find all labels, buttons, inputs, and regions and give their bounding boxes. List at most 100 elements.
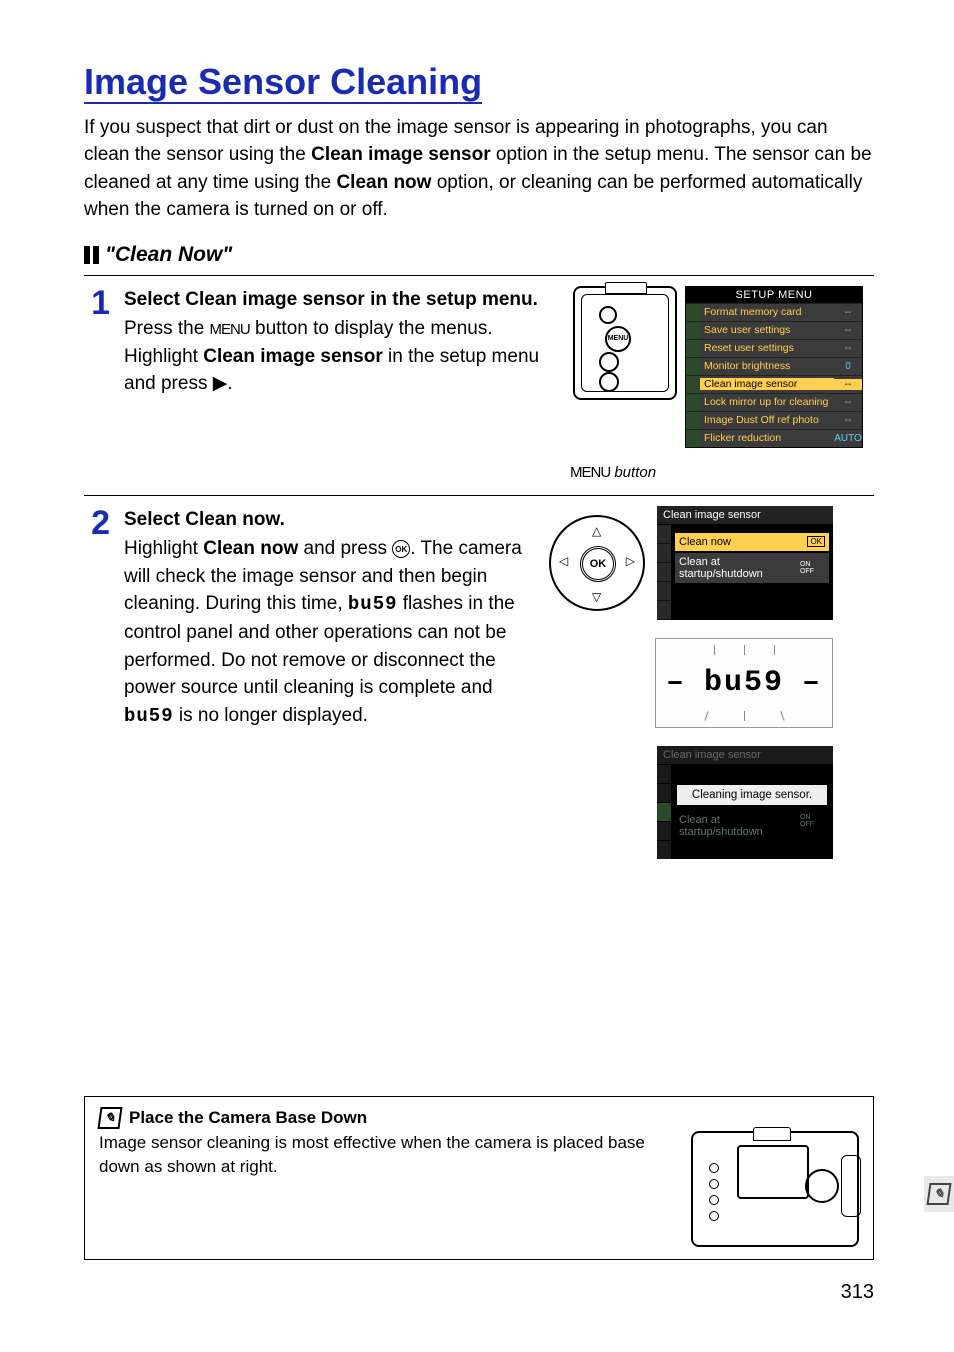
menu-row-value: -- xyxy=(834,415,862,426)
t: Clean now xyxy=(185,509,279,530)
busy-glyph: bu59 xyxy=(124,705,174,727)
ok-button-icon: OK xyxy=(580,546,616,582)
caption-text: button xyxy=(610,464,656,481)
setup-menu-row: Monitor brightness0 xyxy=(686,357,862,375)
note-body-text: Image sensor cleaning is most effective … xyxy=(99,1131,679,1179)
t: in the setup menu. xyxy=(365,289,538,310)
side-tab: ✎ xyxy=(924,1176,954,1212)
submenu-option-startup-shutdown: Clean at startup/shutdown ON OFF xyxy=(675,553,829,583)
step-number: 2 xyxy=(84,506,110,540)
t: is no longer displayed. xyxy=(174,705,368,726)
setup-menu-screenshot: SETUP MENU Format memory card--Save user… xyxy=(685,286,863,448)
down-arrow-icon: ▽ xyxy=(592,591,601,603)
step-2-body: Highlight Clean now and press OK. The ca… xyxy=(124,535,524,730)
menu-row-label: Flicker reduction xyxy=(700,432,834,444)
menu-row-value: -- xyxy=(834,325,862,336)
t: . xyxy=(227,373,232,394)
menu-row-label: Reset user settings xyxy=(700,342,834,354)
t: Select xyxy=(124,509,185,530)
step-number: 1 xyxy=(84,286,110,320)
up-arrow-icon: △ xyxy=(592,525,601,537)
menu-row-value: -- xyxy=(834,343,862,354)
t: Press the xyxy=(124,318,210,339)
setup-menu-row: Image Dust Off ref photo-- xyxy=(686,411,862,429)
note-box: ✎ Place the Camera Base Down Image senso… xyxy=(84,1096,874,1260)
step-2-title: Select Clean now. xyxy=(124,506,524,534)
camera-menu-button-icon: MENU xyxy=(605,326,631,352)
menu-row-label: Clean image sensor xyxy=(700,378,834,390)
intro-bold-1: Clean image sensor xyxy=(311,144,491,165)
submenu-option-clean-now: Clean now OK xyxy=(675,533,829,551)
t: Clean image sensor xyxy=(185,289,365,310)
left-arrow-icon: ◁ xyxy=(559,555,568,567)
menu-row-value: -- xyxy=(834,307,862,318)
right-arrow-icon: ▷ xyxy=(626,555,635,567)
menu-row-value: -- xyxy=(834,397,862,408)
intro-paragraph: If you suspect that dirt or dust on the … xyxy=(84,114,874,224)
subsection-label: "Clean Now" xyxy=(105,243,232,267)
multi-selector-illustration: OK △ ▽ ◁ ▷ xyxy=(549,515,645,611)
menu-row-label: Monitor brightness xyxy=(700,360,834,372)
t: . xyxy=(280,509,285,530)
setup-menu-row: Clean image sensor-- xyxy=(686,375,862,393)
setup-menu-row: Lock mirror up for cleaning-- xyxy=(686,393,862,411)
menu-row-label: Format memory card xyxy=(700,306,834,318)
note-title: Place the Camera Base Down xyxy=(129,1108,367,1128)
cleaning-message: Cleaning image sensor. xyxy=(677,785,827,805)
cleaning-progress-screenshot: Clean image sensor Cleaning image sensor… xyxy=(657,746,833,859)
menu-row-label: Image Dust Off ref photo xyxy=(700,414,834,426)
menu-row-label: Lock mirror up for cleaning xyxy=(700,396,834,408)
menu-row-value: 0 xyxy=(834,361,862,372)
divider xyxy=(84,495,874,496)
camera-button-icon xyxy=(599,372,619,392)
clean-sensor-submenu-screenshot: Clean image sensor Clean now OK Clean at… xyxy=(657,506,833,620)
ok-badge-icon: OK xyxy=(807,536,825,547)
divider xyxy=(84,275,874,276)
busy-readout: bu59 xyxy=(704,666,784,700)
camera-base-down-illustration xyxy=(691,1131,859,1247)
t: Select xyxy=(124,289,185,310)
page-title: Image Sensor Cleaning xyxy=(84,62,482,104)
camera-button-icon xyxy=(599,352,619,372)
opt-label: Clean at startup/shutdown xyxy=(679,814,800,838)
right-arrow-icon: ▶ xyxy=(213,373,228,394)
step-1: 1 Select Clean image sensor in the setup… xyxy=(84,286,874,481)
control-panel-busy-illustration: – bu59 – xyxy=(655,638,833,728)
menu-row-value: -- xyxy=(834,379,862,390)
menu-glyph: MENU xyxy=(570,464,610,481)
setup-menu-row: Reset user settings-- xyxy=(686,339,862,357)
menu-button-caption: MENU button xyxy=(570,464,656,481)
heading-bars-icon xyxy=(84,246,99,264)
badge: ON OFF xyxy=(800,561,825,575)
step-1-body: Press the MENU button to display the men… xyxy=(124,315,554,398)
opt-label: Clean now xyxy=(679,536,731,548)
menu-row-value: AUTO xyxy=(834,433,862,444)
t: Highlight xyxy=(124,538,203,559)
opt-label: Clean at startup/shutdown xyxy=(679,556,800,580)
step-1-title: Select Clean image sensor in the setup m… xyxy=(124,286,554,314)
subsection-heading: "Clean Now" xyxy=(84,243,874,267)
submenu-option-startup-shutdown-dim: Clean at startup/shutdown ON OFF xyxy=(675,811,829,841)
busy-glyph: bu59 xyxy=(348,593,398,615)
camera-small-button-icon xyxy=(599,306,617,324)
ok-button-icon: OK xyxy=(392,540,410,558)
intro-bold-2: Clean now xyxy=(336,172,431,193)
menu-row-label: Save user settings xyxy=(700,324,834,336)
badge: ON OFF xyxy=(800,814,825,838)
submenu-header: Clean image sensor xyxy=(657,506,833,525)
t: and press xyxy=(298,538,392,559)
page-number: 313 xyxy=(841,1281,874,1304)
setup-menu-row: Save user settings-- xyxy=(686,321,862,339)
note-icon: ✎ xyxy=(97,1107,122,1129)
submenu-header: Clean image sensor xyxy=(657,746,833,765)
t: Clean now xyxy=(203,538,298,559)
setup-menu-row: Format memory card-- xyxy=(686,303,862,321)
menu-title: SETUP MENU xyxy=(686,287,862,303)
menu-button-glyph: MENU xyxy=(210,321,250,338)
camera-back-illustration: MENU xyxy=(573,286,677,400)
step-2: 2 Select Clean now. Highlight Clean now … xyxy=(84,506,874,859)
note-icon: ✎ xyxy=(926,1183,951,1205)
note-heading: ✎ Place the Camera Base Down xyxy=(99,1107,859,1129)
setup-menu-row: Flicker reductionAUTO xyxy=(686,429,862,447)
t: Clean image sensor xyxy=(203,346,383,367)
